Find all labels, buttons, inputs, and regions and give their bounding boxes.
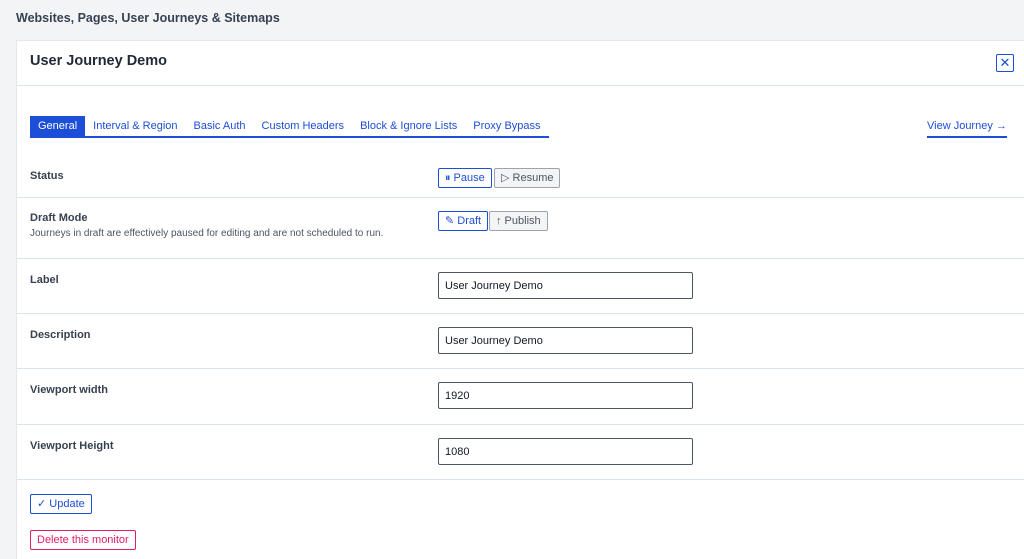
draft-mode-row: Draft Mode Journeys in draft are effecti… (17, 198, 1024, 259)
viewport-height-row: Viewport Height (17, 425, 1024, 480)
tab-custom-headers[interactable]: Custom Headers (254, 116, 353, 136)
breadcrumb: Websites, Pages, User Journeys & Sitemap… (16, 11, 280, 25)
tab-interval-region[interactable]: Interval & Region (85, 116, 185, 136)
viewport-width-row: Viewport width (17, 369, 1024, 425)
status-row: Status ⏸ Pause ▷ Resume (17, 156, 1024, 198)
viewport-height-label: Viewport Height (30, 440, 114, 452)
journey-panel: User Journey Demo ✕ General Interval & R… (16, 40, 1024, 559)
status-label: Status (30, 170, 64, 182)
draft-button[interactable]: ✎ Draft (438, 211, 489, 231)
draft-mode-help: Journeys in draft are effectively paused… (30, 228, 384, 239)
panel-header: User Journey Demo ✕ (17, 41, 1024, 86)
tab-proxy-bypass[interactable]: Proxy Bypass (465, 116, 548, 136)
description-field-label: Description (30, 329, 91, 341)
tab-general[interactable]: General (30, 116, 86, 136)
pause-button[interactable]: ⏸ Pause (438, 168, 492, 188)
viewport-width-label: Viewport width (30, 384, 109, 396)
viewport-width-input[interactable] (438, 382, 693, 409)
label-field-label: Label (30, 274, 59, 286)
tab-bar: General Interval & Region Basic Auth Cus… (30, 116, 549, 138)
close-button[interactable]: ✕ (996, 54, 1014, 72)
tab-block-ignore-lists[interactable]: Block & Ignore Lists (352, 116, 465, 136)
label-row: Label (17, 259, 1024, 314)
publish-button[interactable]: ↑ Publish (489, 211, 548, 231)
close-icon: ✕ (999, 55, 1011, 70)
delete-monitor-button[interactable]: Delete this monitor (30, 530, 136, 550)
panel-title: User Journey Demo (30, 53, 167, 69)
resume-button[interactable]: ▷ Resume (494, 168, 561, 188)
draft-mode-label: Draft Mode (30, 212, 88, 224)
label-input[interactable] (438, 272, 693, 299)
description-input[interactable] (438, 327, 693, 354)
view-journey-link[interactable]: View Journey → (927, 120, 1007, 138)
tab-basic-auth[interactable]: Basic Auth (186, 116, 254, 136)
viewport-height-input[interactable] (438, 438, 693, 465)
description-row: Description (17, 314, 1024, 369)
update-button[interactable]: ✓ Update (30, 494, 92, 514)
